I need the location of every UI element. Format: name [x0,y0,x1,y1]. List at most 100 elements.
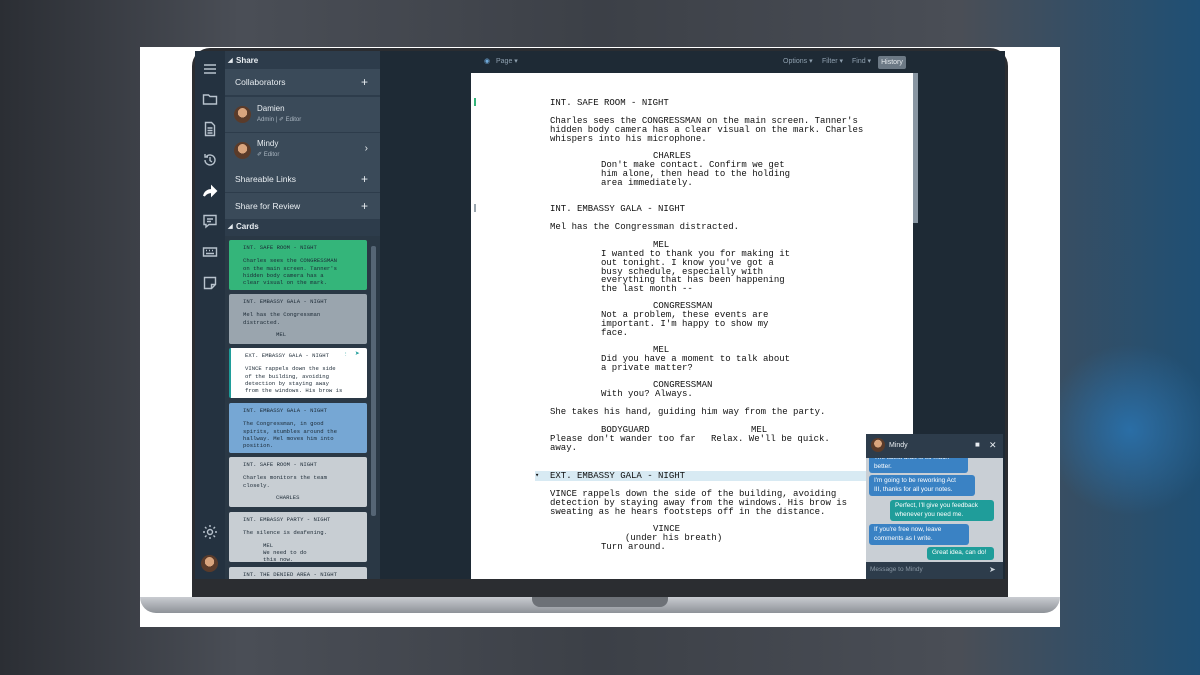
options-dropdown[interactable]: Options ▾ [783,57,813,65]
dialogue-line[interactable]: Turn around. [601,543,666,552]
icon-rail [195,51,225,579]
card-character: CHARLES [276,493,300,501]
scene-card-selected[interactable]: EXT. EMBASSY GALA - NIGHT VINCE rappels … [229,348,367,398]
collapse-triangle-icon: ◢ [228,58,233,64]
add-review-icon[interactable]: + [361,193,368,219]
collaborator-name: Damien [257,104,285,113]
collaborator-damien[interactable]: Damien Admin | ✐ Editor [225,97,380,132]
chat-input[interactable]: Message to Mindy [870,566,923,573]
chat-message-received: If you're free now, leave comments as I … [869,524,969,545]
dialogue-line[interactable]: I wanted to thank you for making it out … [601,250,790,294]
card-title: INT. SAFE ROOM - NIGHT [243,461,317,468]
collaborator-name: Mindy [257,139,279,148]
collaborator-mindy[interactable]: Mindy ✐ Editor › [225,133,380,168]
chat-messages: The latest draft is so much better. I'm … [866,458,1003,560]
chat-message-sent: Great idea, can do! [927,547,994,560]
chat-message-sent: Perfect, I'll give you feedback whenever… [890,500,994,521]
cards-scrollbar[interactable] [371,246,376,516]
dialogue-line[interactable]: Not a problem, these events are importan… [601,310,768,337]
card-body: Charles sees the CONGRESSMAN on the main… [243,257,337,287]
chat-input-bar: Message to Mindy ➤ [866,562,1003,579]
chat-header[interactable]: Mindy ■ ✕ [866,434,1003,458]
share-title: Share [236,56,259,65]
background-glow [1060,330,1200,530]
action-line[interactable]: Charles sees the CONGRESSMAN on the main… [550,116,863,143]
action-line[interactable]: VINCE rappels down the side of the build… [550,489,847,516]
document-icon[interactable] [202,121,218,137]
page-dropdown[interactable]: Page ▾ [496,57,518,65]
cards-title: Cards [236,222,259,231]
user-avatar[interactable] [201,555,218,572]
card-body: VINCE rappels down the side of the build… [245,365,343,395]
chevron-right-icon[interactable]: › [365,143,368,154]
settings-icon[interactable] [202,524,218,540]
card-character: MEL [276,330,287,338]
find-dropdown[interactable]: Find ▾ [852,57,871,65]
card-character: MEL We need to do this now. [263,541,307,562]
share-icon[interactable] [202,183,218,199]
dialogue-line[interactable]: Please don't wander too far away. [550,435,696,453]
send-icon[interactable]: ➤ [989,565,996,574]
avatar [234,142,251,159]
page-icon: ◉ [484,58,491,65]
cards-section-header[interactable]: ◢ Cards [225,220,380,234]
scene-card[interactable]: INT. EMBASSY PARTY - NIGHT The silence i… [229,512,367,562]
cards-list: INT. SAFE ROOM - NIGHT Charles sees the … [225,236,380,579]
collapse-arrow-icon[interactable]: ▾ [535,472,539,481]
card-body: The Congressman, in good spirits, stumbl… [243,420,337,450]
laptop-chin [192,579,1008,597]
card-title: INT. THE DENIED AREA - NIGHT [243,571,337,578]
collaborators-row[interactable]: Collaborators + [225,69,380,95]
dialogue-line[interactable]: Did you have a moment to talk about a pr… [601,355,790,373]
share-section-header[interactable]: ◢ Share [225,54,380,68]
history-icon[interactable] [202,152,218,168]
scene-card[interactable]: INT. THE DENIED AREA - NIGHT [229,567,367,579]
collaborators-label: Collaborators [235,77,286,87]
scene-card[interactable]: INT. SAFE ROOM - NIGHT Charles sees the … [229,240,367,290]
scene-card[interactable]: INT. SAFE ROOM - NIGHT Charles monitors … [229,457,367,507]
card-body: The silence is deafening. [243,529,327,537]
dialogue-line[interactable]: Relax. We'll be quick. [711,435,830,444]
scene-heading[interactable]: INT. SAFE ROOM - NIGHT [550,99,669,108]
filter-dropdown[interactable]: Filter ▾ [822,57,843,65]
dialogue-line[interactable]: With you? Always. [601,390,693,399]
scene-heading[interactable]: INT. EMBASSY GALA - NIGHT [550,205,685,214]
shareable-links-label: Shareable Links [235,174,296,184]
send-icon[interactable]: ➤ [355,350,360,358]
note-icon[interactable] [202,275,218,291]
add-collaborator-icon[interactable]: + [361,69,368,95]
card-title: INT. EMBASSY GALA - NIGHT [243,407,327,414]
dialogue-line[interactable]: Don't make contact. Confirm we get him a… [601,160,790,187]
avatar [234,106,251,123]
action-line[interactable]: Mel has the Congressman distracted. [550,223,739,232]
chat-message-received: I'm going to be reworking Act III, thank… [869,475,975,496]
chat-contact-name: Mindy [889,442,908,449]
scene-card[interactable]: INT. EMBASSY GALA - NIGHT Mel has the Co… [229,294,367,344]
folder-icon[interactable] [202,91,218,107]
keyboard-icon[interactable] [202,244,218,260]
add-link-icon[interactable]: + [361,166,368,192]
shareable-links-row[interactable]: Shareable Links + [225,166,380,192]
chat-message-received: The latest draft is so much better. [869,458,968,473]
video-call-icon[interactable]: ■ [975,440,980,449]
more-icon[interactable]: ⋮ [343,351,349,358]
history-button[interactable]: History [878,56,906,69]
collapse-triangle-icon: ◢ [228,224,233,230]
close-icon[interactable]: ✕ [989,440,997,451]
script-page[interactable]: INT. SAFE ROOM - NIGHT Charles sees the … [471,73,913,579]
scene-marker [474,204,476,212]
action-line[interactable]: She takes his hand, guiding him way from… [550,408,825,417]
card-title: INT. EMBASSY GALA - NIGHT [243,298,327,305]
avatar [871,438,885,452]
chat-window: Mindy ■ ✕ The latest draft is so much be… [866,434,1003,579]
collaborator-role: ✐ Editor [257,152,280,158]
share-review-row[interactable]: Share for Review + [225,193,380,219]
comment-icon[interactable] [202,213,218,229]
scene-heading[interactable]: EXT. EMBASSY GALA - NIGHT [550,472,685,481]
card-body: Charles monitors the team closely. [243,474,327,489]
card-body: Mel has the Congressman distracted. [243,311,321,326]
menu-icon[interactable] [202,61,218,77]
scene-marker [474,98,476,106]
page-scrollbar[interactable] [913,73,918,223]
scene-card[interactable]: INT. EMBASSY GALA - NIGHT The Congressma… [229,403,367,453]
